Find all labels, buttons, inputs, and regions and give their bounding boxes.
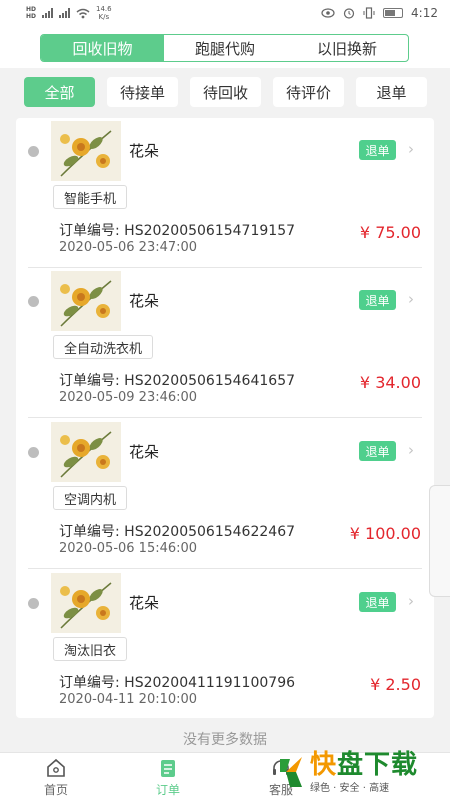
order-item[interactable]: 花朵 退单 › 淘汰旧衣 订单编号: HS20200411191100796 2… — [16, 570, 434, 720]
alarm-icon — [343, 8, 355, 19]
product-name: 花朵 — [129, 292, 160, 310]
watermark-title: 盘下载 — [337, 749, 419, 780]
order-price: ¥ 2.50 — [370, 675, 421, 694]
edge-scroll-handle[interactable] — [429, 485, 450, 597]
filter-pending-review[interactable]: 待评价 — [273, 77, 344, 107]
status-badge: 退单 — [359, 592, 396, 612]
divider — [28, 417, 422, 418]
product-thumbnail — [51, 422, 121, 482]
order-item[interactable]: 花朵 退单 › 全自动洗衣机 订单编号: HS20200506154641657… — [16, 268, 434, 418]
no-more-data-text: 没有更多数据 — [183, 732, 267, 748]
flower-image — [51, 121, 121, 181]
tab-home[interactable]: 首页 — [26, 753, 86, 800]
tab-label: 订单 — [155, 782, 180, 797]
order-time: 2020-05-09 23:46:00 — [59, 390, 198, 405]
flower-image — [51, 573, 121, 633]
product-thumbnail — [51, 121, 121, 181]
select-dot[interactable] — [28, 447, 39, 458]
network-speed: 14.6 K/s — [96, 5, 112, 21]
network-hd-indicator: HD HD — [26, 6, 37, 20]
top-header: 回收旧物 跑腿代购 以旧换新 — [0, 26, 450, 68]
select-dot[interactable] — [28, 146, 39, 157]
order-number: 订单编号: HS20200506154622467 — [59, 524, 296, 540]
battery-icon — [383, 8, 404, 18]
signal-icon — [42, 8, 54, 18]
watermark-slogan: 绿色 · 安全 · 高速 — [310, 782, 390, 794]
product-name: 花朵 — [129, 594, 160, 612]
category-tag: 淘汰旧衣 — [53, 637, 128, 661]
order-time: 2020-04-11 20:10:00 — [59, 692, 198, 707]
order-number: 订单编号: HS20200506154719157 — [59, 223, 296, 239]
category-tag: 智能手机 — [53, 185, 128, 209]
status-badge: 退单 — [359, 441, 396, 461]
order-status-filters: 全部 待接单 待回收 待评价 退单 — [0, 68, 450, 116]
category-tag: 空调内机 — [53, 486, 128, 510]
select-dot[interactable] — [28, 598, 39, 609]
order-list: 花朵 退单 › 智能手机 订单编号: HS20200506154719157 2… — [16, 118, 434, 718]
select-dot[interactable] — [28, 296, 39, 307]
divider — [28, 568, 422, 569]
order-time: 2020-05-06 15:46:00 — [59, 541, 198, 556]
product-name: 花朵 — [129, 142, 160, 160]
order-number: 订单编号: HS20200411191100796 — [59, 675, 296, 691]
vibrate-icon — [363, 7, 375, 19]
flower-image — [51, 422, 121, 482]
filter-all[interactable]: 全部 — [24, 77, 95, 107]
site-watermark: 快盘下载 绿色 · 安全 · 高速 — [276, 747, 446, 797]
order-price: ¥ 100.00 — [349, 524, 421, 543]
filter-refund[interactable]: 退单 — [356, 77, 427, 107]
watermark-logo-icon — [280, 757, 302, 787]
order-price: ¥ 34.00 — [359, 373, 421, 392]
product-thumbnail — [51, 573, 121, 633]
chevron-right-icon[interactable]: › — [408, 290, 414, 308]
tab-label: 首页 — [43, 782, 68, 797]
product-name: 花朵 — [129, 443, 160, 461]
chevron-right-icon[interactable]: › — [408, 592, 414, 610]
clock-time: 4:12 — [411, 6, 438, 20]
wifi-icon — [76, 8, 90, 18]
order-item[interactable]: 花朵 退单 › 智能手机 订单编号: HS20200506154719157 2… — [16, 118, 434, 268]
tab-trade-in[interactable]: 以旧换新 — [286, 35, 408, 61]
status-badge: 退单 — [359, 140, 396, 160]
tab-orders[interactable]: 订单 — [138, 753, 198, 800]
eye-icon — [321, 8, 335, 18]
status-badge: 退单 — [359, 290, 396, 310]
home-icon — [47, 758, 65, 777]
status-bar: HD HD 14.6 K/s 4:12 — [0, 0, 450, 26]
tab-errand[interactable]: 跑腿代购 — [164, 35, 286, 61]
order-price: ¥ 75.00 — [359, 223, 421, 242]
category-tag: 全自动洗衣机 — [53, 335, 154, 359]
order-item[interactable]: 花朵 退单 › 空调内机 订单编号: HS20200506154622467 2… — [16, 419, 434, 569]
product-thumbnail — [51, 271, 121, 331]
chevron-right-icon[interactable]: › — [408, 441, 414, 459]
order-icon — [161, 759, 175, 777]
watermark-char: 快 — [310, 749, 338, 780]
order-number: 订单编号: HS20200506154641657 — [59, 373, 296, 389]
filter-pending-accept[interactable]: 待接单 — [107, 77, 178, 107]
chevron-right-icon[interactable]: › — [408, 140, 414, 158]
tab-recycle[interactable]: 回收旧物 — [41, 35, 164, 61]
filter-pending-pickup[interactable]: 待回收 — [190, 77, 261, 107]
flower-image — [51, 271, 121, 331]
order-time: 2020-05-06 23:47:00 — [59, 240, 198, 255]
service-segment-control: 回收旧物 跑腿代购 以旧换新 — [40, 34, 409, 62]
signal-icon — [59, 8, 71, 18]
